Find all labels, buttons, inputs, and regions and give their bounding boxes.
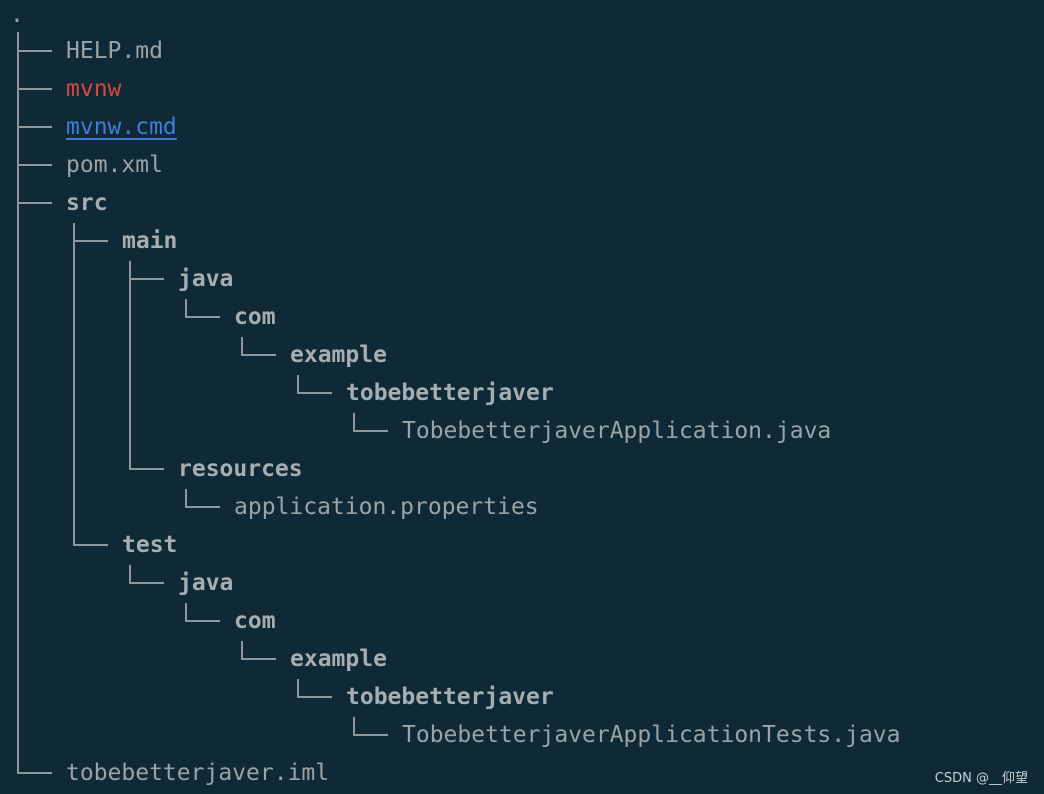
tree-item-mvnw[interactable]: mvnw: [66, 74, 121, 104]
terminal-window: . HELP.md mvnw mvnw.cmd pom.xml src main…: [0, 0, 1044, 794]
tree-item-pom-xml[interactable]: pom.xml: [66, 150, 163, 180]
tree-item-application-java[interactable]: TobebetterjaverApplication.java: [402, 416, 831, 446]
csdn-watermark: CSDN @__仰望: [934, 771, 1028, 786]
tree-folder-resources[interactable]: resources: [178, 454, 303, 484]
tree-folder-main-package[interactable]: tobebetterjaver: [346, 378, 554, 408]
tree-folder-main-java[interactable]: java: [178, 264, 233, 294]
tree-folder-test-package[interactable]: tobebetterjaver: [346, 682, 554, 712]
tree-folder-test-example[interactable]: example: [290, 644, 387, 674]
tree-folder-test-java[interactable]: java: [178, 568, 233, 598]
tree-folder-test-com[interactable]: com: [234, 606, 276, 636]
tree-folder-main[interactable]: main: [122, 226, 177, 256]
tree-item-mvnw-cmd-link[interactable]: mvnw.cmd: [66, 112, 177, 142]
tree-item-help-md[interactable]: HELP.md: [66, 36, 163, 66]
tree-folder-main-example[interactable]: example: [290, 340, 387, 370]
tree-item-application-properties[interactable]: application.properties: [234, 492, 539, 522]
tree-root: .: [10, 2, 24, 28]
tree-item-application-tests-java[interactable]: TobebetterjaverApplicationTests.java: [402, 720, 901, 750]
tree-item-iml[interactable]: tobebetterjaver.iml: [66, 758, 329, 788]
tree-folder-test[interactable]: test: [122, 530, 177, 560]
tree-folder-main-com[interactable]: com: [234, 302, 276, 332]
tree-folder-src[interactable]: src: [66, 188, 108, 218]
